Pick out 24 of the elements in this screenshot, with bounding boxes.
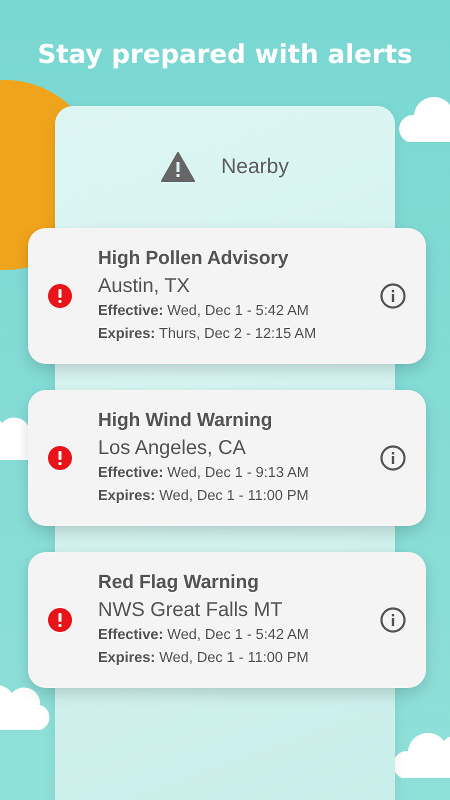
- expires-time: Expires: Wed, Dec 1 - 11:00 PM: [98, 649, 310, 668]
- effective-time: Effective: Wed, Dec 1 - 5:42 AM: [98, 626, 310, 645]
- alert-icon: [48, 608, 72, 632]
- expires-time: Expires: Wed, Dec 1 - 11:00 PM: [98, 487, 310, 506]
- alert-location: NWS Great Falls MT: [98, 598, 284, 623]
- info-button[interactable]: [380, 607, 406, 633]
- expires-time: Expires: Thurs, Dec 2 - 12:15 AM: [98, 325, 318, 344]
- effective-time: Effective: Wed, Dec 1 - 5:42 AM: [98, 302, 310, 321]
- alert-card[interactable]: Red Flag Warning NWS Great Falls MT Effective: Wed, Dec 1 - 5:42 AM Expires: Wed, Dec 1 - 11:00 PM: [28, 552, 426, 688]
- section-label: Nearby: [221, 155, 289, 179]
- alert-location: Austin, TX: [98, 274, 191, 299]
- warning-icon: [161, 152, 196, 182]
- alert-icon: [48, 446, 72, 470]
- alert-title: High Pollen Advisory: [98, 247, 290, 271]
- info-button[interactable]: [380, 445, 406, 471]
- alert-card[interactable]: High Pollen Advisory Austin, TX Effective: Wed, Dec 1 - 5:42 AM Expires: Thurs, Dec 2 - 12:15 AM: [28, 228, 426, 364]
- headline: Stay prepared with alerts: [38, 40, 412, 70]
- alert-title: Red Flag Warning: [98, 571, 260, 595]
- alert-icon: [48, 284, 72, 308]
- effective-time: Effective: Wed, Dec 1 - 9:13 AM: [98, 464, 310, 483]
- alert-title: High Wind Warning: [98, 409, 274, 433]
- alert-location: Los Angeles, CA: [98, 436, 247, 461]
- alert-card[interactable]: High Wind Warning Los Angeles, CA Effective: Wed, Dec 1 - 9:13 AM Expires: Wed, Dec 1 - 11:00 PM: [28, 390, 426, 526]
- info-button[interactable]: [380, 283, 406, 309]
